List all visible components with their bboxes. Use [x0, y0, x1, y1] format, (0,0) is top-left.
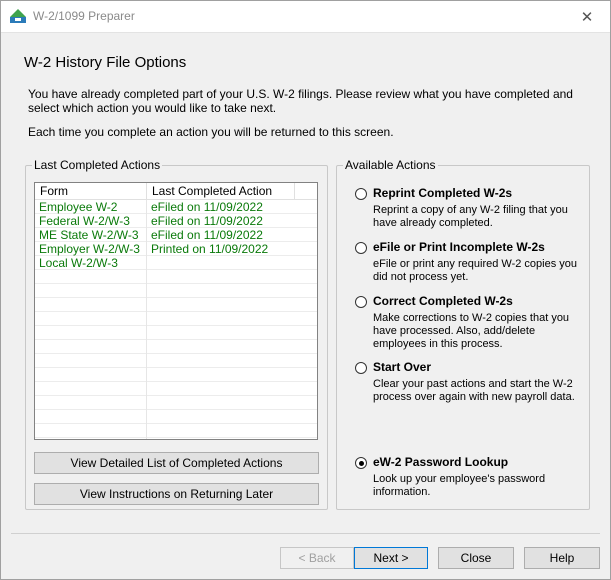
column-header-last-action[interactable]: Last Completed Action: [147, 183, 295, 199]
row-action: eFiled on 11/09/2022: [151, 228, 263, 242]
column-header-form[interactable]: Form: [35, 183, 147, 199]
radio-button[interactable]: [355, 242, 367, 254]
intro-return-text: Each time you complete an action you wil…: [28, 125, 394, 139]
window-title: W-2/1099 Preparer: [33, 9, 135, 23]
page-title: W-2 History File Options: [24, 54, 187, 71]
row-form: Employer W-2/W-3: [39, 242, 140, 256]
radio-button[interactable]: [355, 188, 367, 200]
footer-divider: [11, 533, 600, 534]
available-actions-group: Available Actions Reprint Completed W-2s…: [336, 158, 590, 510]
table-row[interactable]: Employer W-2/W-3 Printed on 11/09/2022: [35, 242, 317, 256]
back-button[interactable]: < Back: [280, 547, 354, 569]
option-label: Start Over: [373, 360, 432, 374]
close-icon: ✕: [580, 8, 594, 26]
next-button[interactable]: Next >: [354, 547, 428, 569]
completed-actions-list[interactable]: Form Last Completed Action Employee W-2 …: [34, 182, 318, 440]
row-action: Printed on 11/09/2022: [151, 242, 269, 256]
option-label: Reprint Completed W-2s: [373, 186, 513, 200]
table-row[interactable]: ME State W-2/W-3 eFiled on 11/09/2022: [35, 228, 317, 242]
help-button[interactable]: Help: [524, 547, 600, 569]
view-instructions-button[interactable]: View Instructions on Returning Later: [34, 483, 319, 505]
row-action: eFiled on 11/09/2022: [151, 214, 263, 228]
option-description: Look up your employee's password informa…: [373, 473, 546, 498]
option-label: eW-2 Password Lookup: [373, 455, 509, 469]
row-action: eFiled on 11/09/2022: [151, 200, 263, 214]
option-description: Reprint a copy of any W-2 filing that yo…: [373, 204, 568, 229]
last-completed-actions-legend: Last Completed Actions: [32, 158, 163, 172]
row-form: Employee W-2: [39, 200, 118, 214]
title-divider: [1, 32, 610, 33]
app-logo-icon: [10, 9, 26, 23]
option-label: Correct Completed W-2s: [373, 294, 513, 308]
option-description: Make corrections to W-2 copies that you …: [373, 312, 570, 350]
window-close-button[interactable]: ✕: [564, 1, 610, 32]
table-row[interactable]: Employee W-2 eFiled on 11/09/2022: [35, 200, 317, 214]
close-button[interactable]: Close: [438, 547, 514, 569]
view-detailed-list-button[interactable]: View Detailed List of Completed Actions: [34, 452, 319, 474]
radio-button-selected[interactable]: [355, 457, 367, 469]
last-completed-actions-group: Last Completed Actions Form Last Complet…: [25, 158, 328, 510]
intro-text: You have already completed part of your …: [28, 87, 573, 115]
row-action: [147, 256, 295, 270]
radio-button[interactable]: [355, 296, 367, 308]
table-row[interactable]: Local W-2/W-3: [35, 256, 317, 270]
option-label: eFile or Print Incomplete W-2s: [373, 240, 545, 254]
row-form: Local W-2/W-3: [39, 256, 118, 270]
table-row[interactable]: Federal W-2/W-3 eFiled on 11/09/2022: [35, 214, 317, 228]
list-rows: Employee W-2 eFiled on 11/09/2022 Federa…: [35, 200, 317, 270]
row-form: ME State W-2/W-3: [39, 228, 139, 242]
option-description: Clear your past actions and start the W-…: [373, 378, 575, 403]
app-window: W-2/1099 Preparer ✕ W-2 History File Opt…: [0, 0, 611, 580]
list-header: Form Last Completed Action: [35, 183, 317, 200]
title-bar: W-2/1099 Preparer ✕: [1, 1, 610, 32]
available-actions-legend: Available Actions: [343, 158, 438, 172]
option-description: eFile or print any required W-2 copies y…: [373, 258, 578, 283]
row-form: Federal W-2/W-3: [39, 214, 130, 228]
radio-button[interactable]: [355, 362, 367, 374]
